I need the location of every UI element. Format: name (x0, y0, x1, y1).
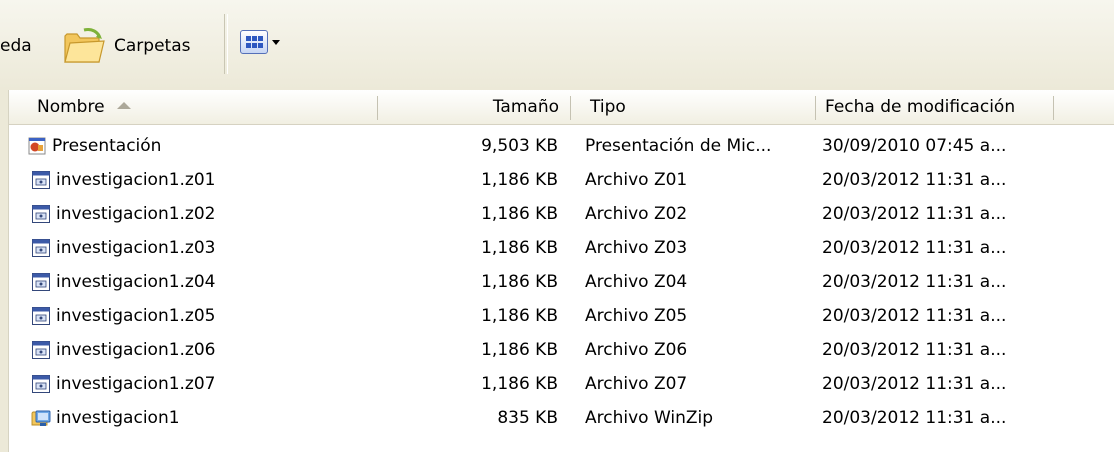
column-size-header[interactable]: Tamaño (381, 90, 559, 124)
file-name: investigacion1.z07 (56, 374, 216, 394)
file-size: 1,186 KB (481, 374, 558, 394)
toolbar: eda Carpetas (0, 0, 1114, 91)
file-size: 1,186 KB (481, 238, 558, 258)
generic-file-icon (32, 205, 50, 223)
file-type: Archivo Z07 (585, 374, 688, 394)
file-row[interactable]: investigacion1.z02 1,186 KB Archivo Z02 … (9, 197, 1114, 231)
column-type-label: Tipo (590, 97, 626, 117)
file-name: investigacion1.z04 (56, 272, 216, 292)
sort-ascending-icon (116, 101, 131, 109)
file-date: 20/03/2012 11:31 a... (822, 340, 1007, 360)
file-name: investigacion1 (56, 408, 180, 428)
column-date-label: Fecha de modificación (825, 97, 1016, 117)
generic-file-icon (32, 341, 50, 359)
file-name: Presentación (52, 136, 162, 156)
generic-file-icon (32, 375, 50, 393)
file-type: Archivo Z03 (585, 238, 688, 258)
column-divider[interactable] (1053, 96, 1054, 120)
generic-file-icon (32, 171, 50, 189)
generic-file-icon (32, 239, 50, 257)
file-size: 1,186 KB (481, 204, 558, 224)
file-row[interactable]: investigacion1.z06 1,186 KB Archivo Z06 … (9, 333, 1114, 367)
file-date: 30/09/2010 07:45 a... (822, 136, 1007, 156)
column-divider[interactable] (815, 96, 816, 120)
file-type: Archivo Z01 (585, 170, 688, 190)
column-header: Nombre Tamaño Tipo Fecha de modificación (9, 90, 1114, 125)
file-size: 835 KB (497, 408, 558, 428)
toolbar-separator (224, 14, 228, 74)
file-size: 1,186 KB (481, 306, 558, 326)
file-name-cell[interactable]: investigacion1.z06 (31, 333, 216, 367)
file-date: 20/03/2012 11:31 a... (822, 170, 1007, 190)
left-pane-border (0, 90, 9, 452)
folder-icon (64, 28, 105, 63)
file-name-cell[interactable]: investigacion1.z05 (31, 299, 216, 333)
column-name-header[interactable]: Nombre (37, 90, 377, 124)
chevron-down-icon (272, 39, 280, 45)
file-size: 1,186 KB (481, 170, 558, 190)
file-list: Presentación 9,503 KB Presentación de Mi… (9, 129, 1114, 435)
file-name: investigacion1.z02 (56, 204, 216, 224)
file-row[interactable]: Presentación 9,503 KB Presentación de Mi… (9, 129, 1114, 163)
file-name: investigacion1.z03 (56, 238, 216, 258)
file-name: investigacion1.z05 (56, 306, 216, 326)
file-date: 20/03/2012 11:31 a... (822, 238, 1007, 258)
file-name-cell[interactable]: investigacion1.z03 (31, 231, 216, 265)
file-name-cell[interactable]: Presentación (27, 129, 161, 163)
column-divider[interactable] (570, 96, 571, 120)
file-type: Archivo Z04 (585, 272, 688, 292)
file-type: Archivo Z02 (585, 204, 688, 224)
file-type: Archivo WinZip (585, 408, 714, 428)
file-date: 20/03/2012 11:31 a... (822, 408, 1007, 428)
file-name-cell[interactable]: investigacion1.z01 (31, 163, 216, 197)
winzip-icon (31, 410, 51, 426)
file-row[interactable]: investigacion1.z05 1,186 KB Archivo Z05 … (9, 299, 1114, 333)
column-size-label: Tamaño (492, 97, 559, 117)
file-name: investigacion1.z01 (56, 170, 216, 190)
search-button-label[interactable]: eda (0, 36, 32, 56)
file-type: Archivo Z05 (585, 306, 688, 326)
file-date: 20/03/2012 11:31 a... (822, 374, 1007, 394)
file-date: 20/03/2012 11:31 a... (822, 204, 1007, 224)
file-row[interactable]: investigacion1.z03 1,186 KB Archivo Z03 … (9, 231, 1114, 265)
file-row[interactable]: investigacion1.z04 1,186 KB Archivo Z04 … (9, 265, 1114, 299)
folders-button[interactable]: Carpetas (62, 24, 190, 68)
generic-file-icon (32, 307, 50, 325)
file-date: 20/03/2012 11:31 a... (822, 306, 1007, 326)
column-divider[interactable] (377, 96, 378, 120)
file-name-cell[interactable]: investigacion1.z04 (31, 265, 216, 299)
powerpoint-icon (28, 137, 46, 155)
file-type: Archivo Z06 (585, 340, 688, 360)
file-row[interactable]: investigacion1.z07 1,186 KB Archivo Z07 … (9, 367, 1114, 401)
views-button[interactable] (240, 30, 280, 54)
column-type-header[interactable]: Tipo (590, 90, 810, 124)
file-name-cell[interactable]: investigacion1.z07 (31, 367, 216, 401)
views-icon (240, 30, 268, 54)
column-name-label: Nombre (37, 97, 105, 117)
file-row[interactable]: investigacion1.z01 1,186 KB Archivo Z01 … (9, 163, 1114, 197)
file-name-cell[interactable]: investigacion1 (31, 401, 180, 435)
file-size: 1,186 KB (481, 272, 558, 292)
file-date: 20/03/2012 11:31 a... (822, 272, 1007, 292)
file-name-cell[interactable]: investigacion1.z02 (31, 197, 216, 231)
file-name: investigacion1.z06 (56, 340, 216, 360)
file-type: Presentación de Mic... (585, 136, 772, 156)
generic-file-icon (32, 273, 50, 291)
folders-label: Carpetas (114, 36, 191, 56)
column-date-header[interactable]: Fecha de modificación (825, 90, 1055, 124)
file-row[interactable]: investigacion1 835 KB Archivo WinZip 20/… (9, 401, 1114, 435)
file-size: 9,503 KB (481, 136, 558, 156)
file-size: 1,186 KB (481, 340, 558, 360)
